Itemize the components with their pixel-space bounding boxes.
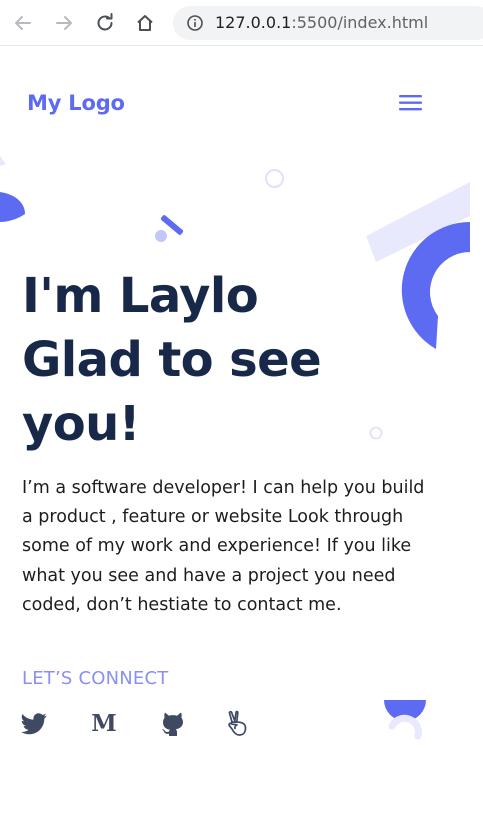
angellist-icon [228,710,247,736]
forward-button[interactable] [51,10,77,36]
hamburger-menu-icon[interactable] [398,93,424,113]
home-button[interactable] [132,10,158,36]
browser-toolbar: 127.0.0.1:5500/index.html [0,0,483,46]
hero-title-line: Glad to see [22,332,322,388]
decorative-small-ring [369,426,383,440]
github-icon [162,712,183,736]
twitter-icon [21,713,47,735]
medium-link[interactable]: M [90,710,118,738]
lets-connect-heading: LET’S CONNECT [22,668,169,689]
site-logo[interactable]: My Logo [27,91,125,115]
back-arrow-icon [15,16,31,30]
hero-title: I'm Laylo Glad to see you! [22,264,352,456]
twitter-link[interactable] [20,710,48,738]
reload-button[interactable] [92,10,118,36]
site-info-icon[interactable] [187,15,203,31]
forward-arrow-icon [56,16,72,30]
hero-title-line: you! [22,396,141,452]
decorative-arc [366,182,470,349]
address-bar[interactable]: 127.0.0.1:5500/index.html [173,6,483,40]
back-button[interactable] [10,10,36,36]
decorative-half-circle [0,156,25,222]
angellist-link[interactable] [223,710,251,738]
medium-icon: M [91,710,117,737]
decorative-bottom-shape [384,700,426,740]
decorative-ring [265,169,284,188]
home-icon [137,15,153,31]
decorative-dot-bar [155,215,184,242]
page: My Logo I'm Laylo Glad to see you! I’m a… [0,46,483,837]
url-text[interactable]: 127.0.0.1:5500/index.html [215,14,428,32]
hero-title-line: I'm Laylo [22,268,259,324]
github-link[interactable] [159,710,187,738]
hero-description: I’m a software developer! I can help you… [22,478,425,615]
reload-icon [97,13,113,31]
